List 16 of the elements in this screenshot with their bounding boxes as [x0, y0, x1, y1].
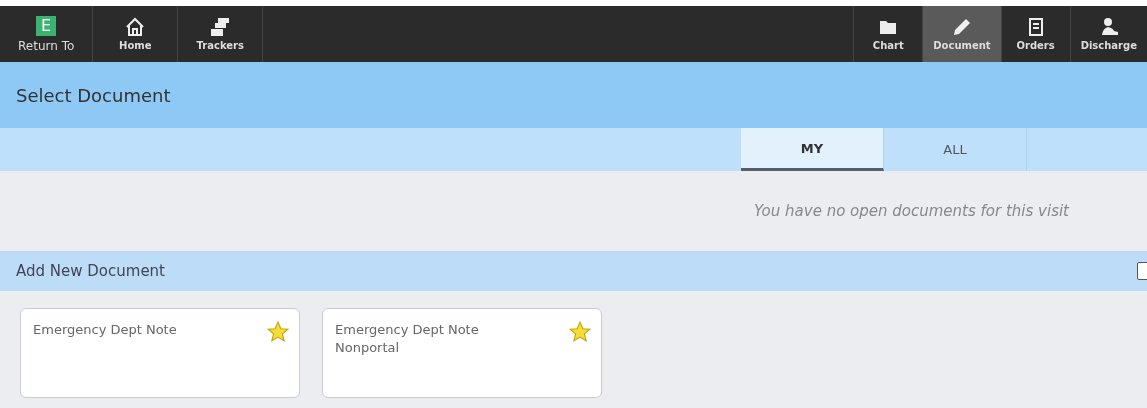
page-title: Select Document — [16, 84, 171, 106]
stacked-cards-icon — [210, 17, 231, 37]
card-title: Emergency Dept Note Nonportal — [335, 321, 480, 357]
document-card[interactable]: Emergency Dept Note Nonportal — [322, 308, 602, 398]
card-title: Emergency Dept Note — [33, 321, 178, 339]
star-icon[interactable] — [267, 321, 289, 343]
home-icon — [125, 17, 146, 37]
tab[interactable]: MY — [741, 128, 884, 171]
section-title: Add New Document — [16, 262, 165, 280]
empty-message: You have no open documents for this visit — [754, 202, 1069, 220]
nav-button[interactable]: Document — [922, 6, 1001, 62]
document-card[interactable]: Emergency Dept Note — [20, 308, 300, 398]
logo-icon: E — [36, 15, 57, 36]
star-icon[interactable] — [569, 321, 591, 343]
tab[interactable]: ALL — [884, 128, 1027, 171]
pencil-icon — [951, 17, 972, 37]
